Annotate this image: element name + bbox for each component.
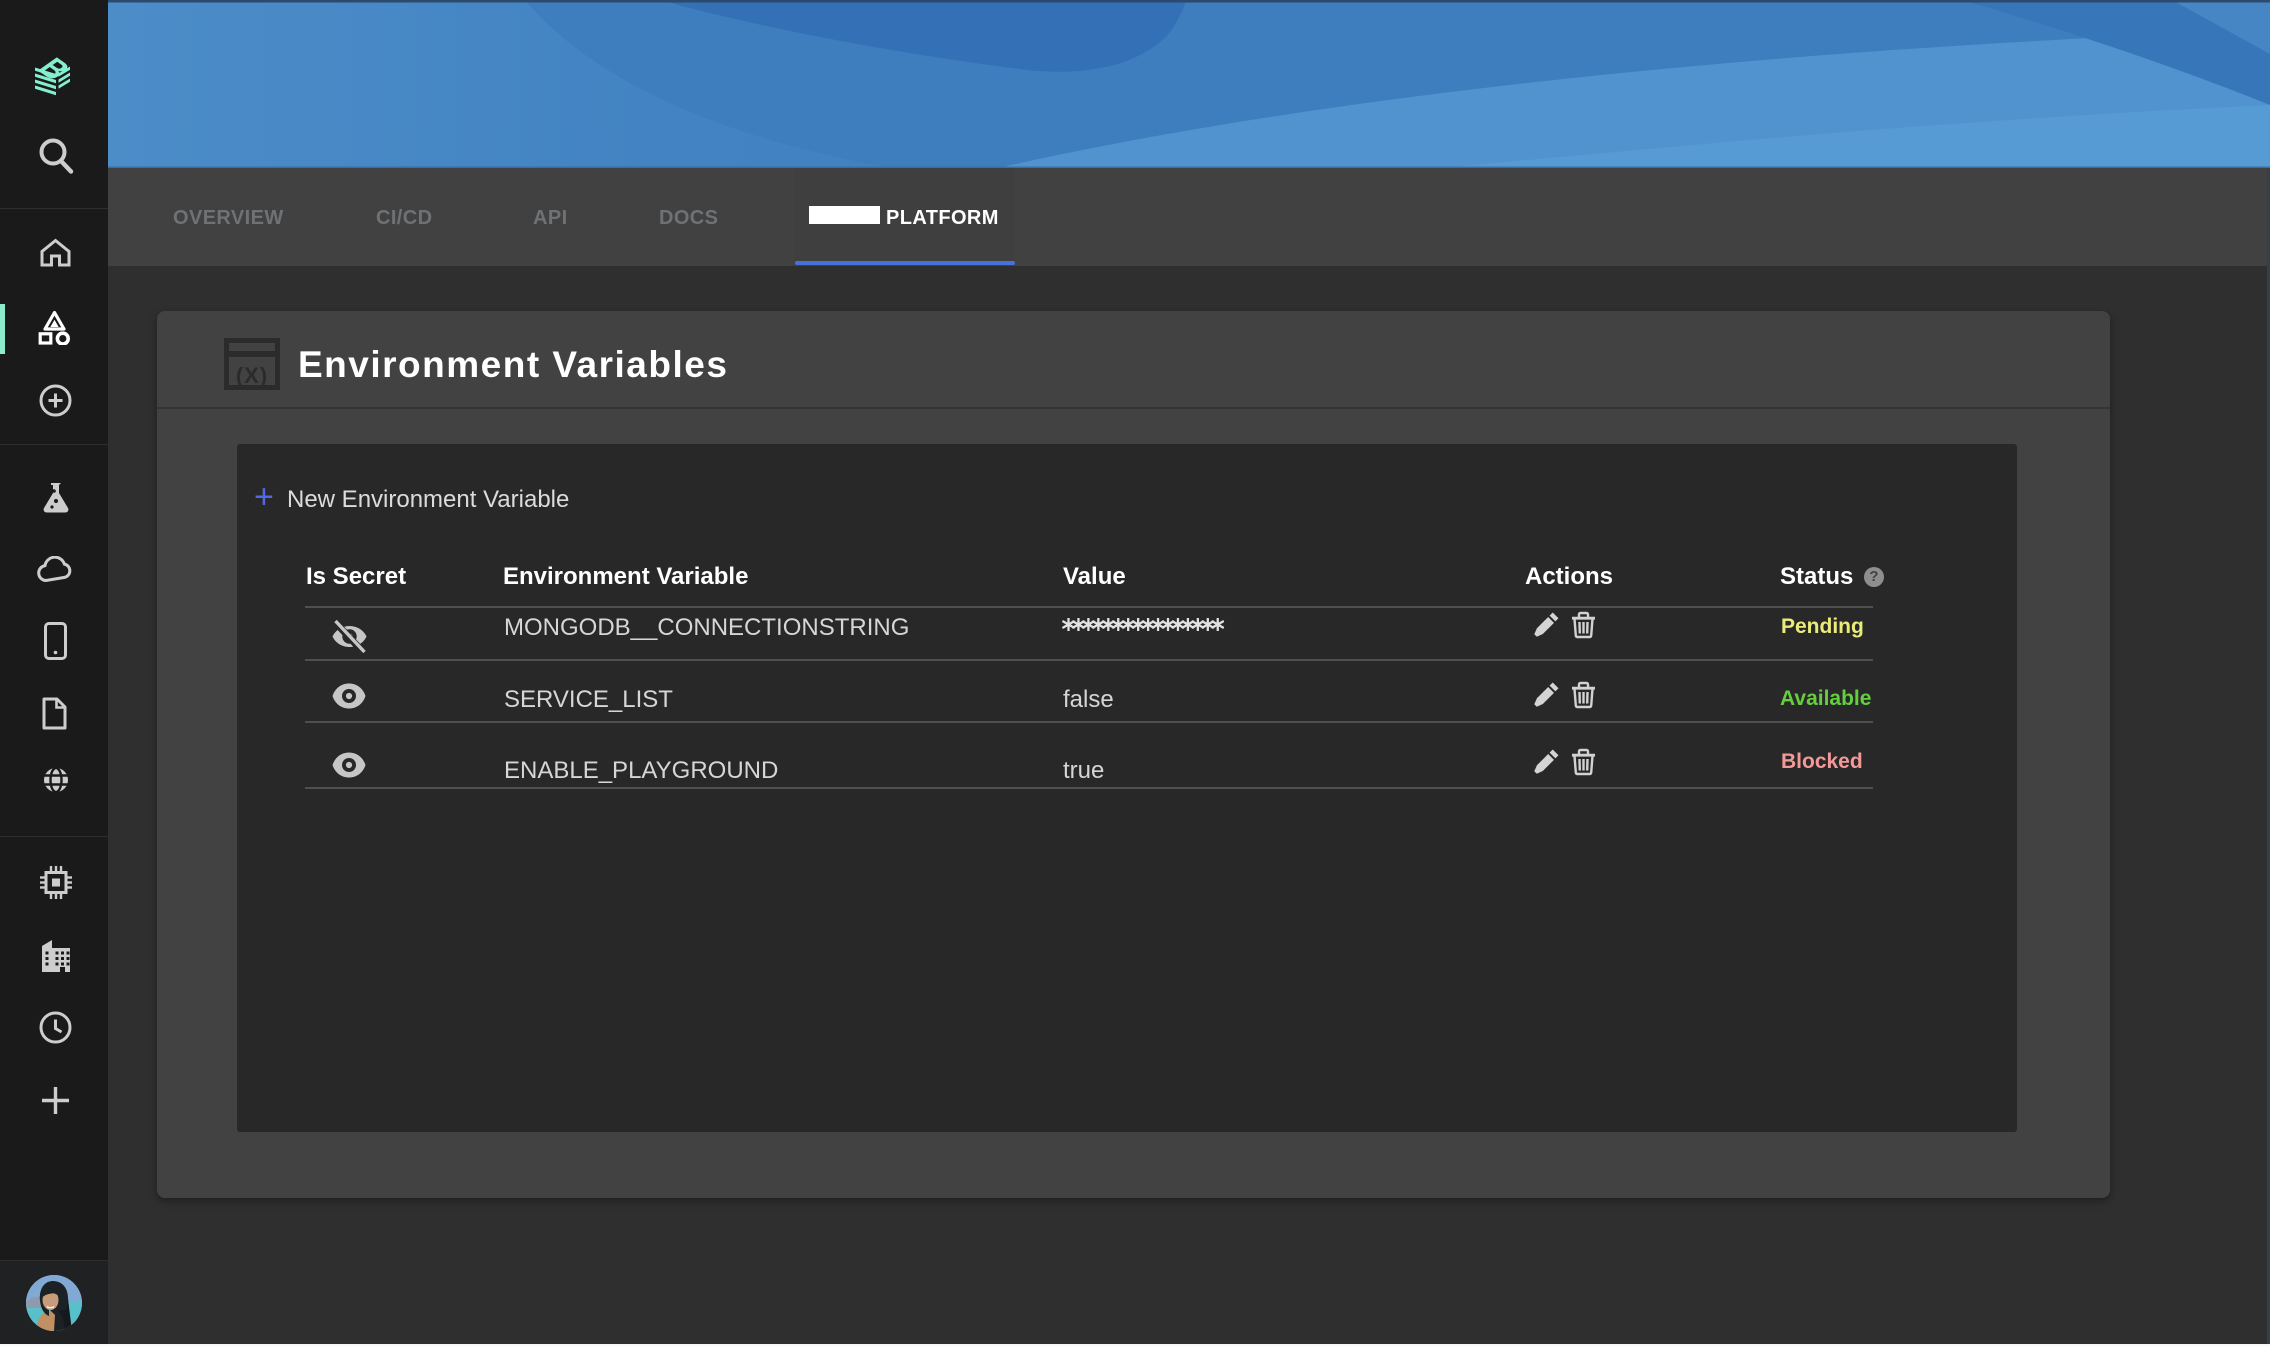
svg-text:(X): (X) [236,363,268,388]
